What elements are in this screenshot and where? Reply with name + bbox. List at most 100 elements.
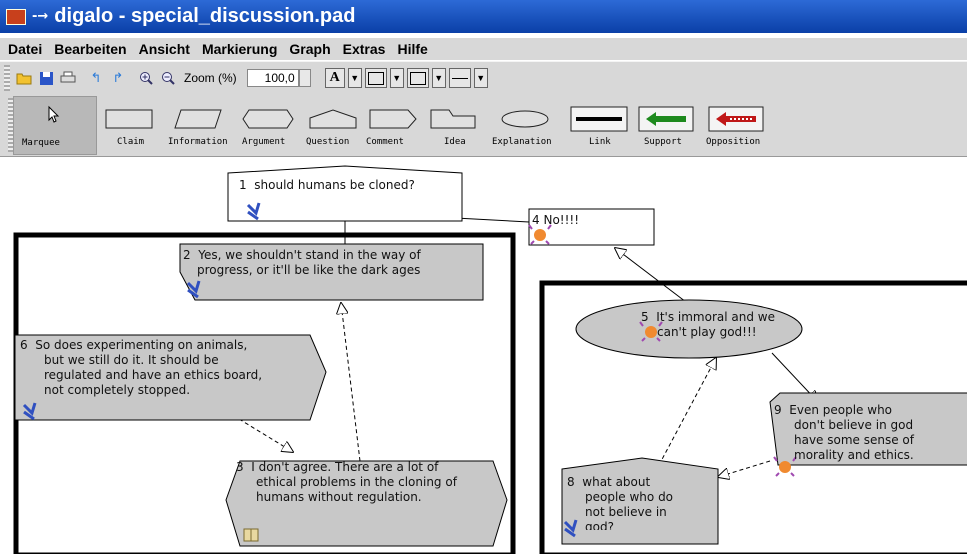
node-8-line-3: not believe in	[585, 505, 667, 519]
node-9-line-3: have some sense of	[794, 433, 914, 447]
idea-shape-icon	[430, 109, 476, 129]
node-4-text: No!!!!	[543, 213, 580, 227]
node-6-line-4: not completely stopped.	[44, 383, 191, 397]
tool-question[interactable]: Question	[306, 98, 360, 147]
link-3-2[interactable]	[341, 303, 361, 462]
argument-shape-icon	[242, 109, 294, 129]
pin-icon[interactable]: -→	[32, 9, 48, 24]
node-6[interactable]: 6 So does experimenting on animals, but …	[20, 338, 320, 398]
node-5-line-2: can't play god!!!	[657, 325, 757, 339]
zoom-label: Zoom (%)	[184, 71, 237, 85]
tool-marquee[interactable]: Marquee	[13, 96, 97, 155]
zoom-input[interactable]: 100,0	[246, 69, 299, 87]
node-4-number: 4	[532, 213, 540, 227]
menu-ansicht[interactable]: Ansicht	[139, 41, 190, 57]
zoom-out-icon[interactable]	[160, 70, 176, 86]
node-2-number: 2	[183, 248, 191, 262]
node-1[interactable]: 1 should humans be cloned?	[239, 178, 459, 193]
link-9-8[interactable]	[718, 460, 771, 477]
node-6-number: 6	[20, 338, 28, 352]
node-6-line-1: So does experimenting on animals,	[35, 338, 248, 352]
line-dropdown-icon[interactable]: ▼	[473, 68, 488, 88]
node-8[interactable]: 8 what about people who do not believe i…	[567, 475, 717, 530]
node-8-line-2: people who do	[585, 490, 674, 504]
shape-toolbar: Marquee Claim Information Argument Quest…	[0, 94, 967, 157]
open-folder-icon[interactable]	[16, 70, 32, 86]
save-icon[interactable]	[38, 70, 54, 86]
link-6-3[interactable]	[238, 418, 293, 452]
menu-extras[interactable]: Extras	[343, 41, 386, 57]
node-4[interactable]: 4 No!!!!	[532, 213, 652, 228]
window-title: digalo - special_discussion.pad	[54, 5, 356, 27]
support-arrow-icon	[638, 106, 694, 132]
tool-idea-label: Idea	[444, 137, 466, 147]
line-style-button[interactable]	[448, 68, 471, 88]
link-5-4[interactable]	[615, 248, 691, 306]
fill-style-button[interactable]	[406, 68, 429, 88]
tool-comment[interactable]: Comment	[366, 98, 420, 147]
undo-icon[interactable]: ↰	[88, 70, 104, 86]
node-1-shape[interactable]	[227, 165, 463, 222]
argument-canvas[interactable]: 1 should humans be cloned? 4 No!!!! 2 Ye…	[10, 157, 967, 554]
node-5-line-1: It's immoral and we	[656, 310, 775, 324]
link-8-5[interactable]	[658, 358, 716, 466]
border-style-button[interactable]	[364, 68, 387, 88]
comment-shape-icon	[369, 109, 417, 129]
menu-graph[interactable]: Graph	[289, 41, 330, 57]
tool-opposition[interactable]: Opposition	[706, 98, 766, 147]
node-2-line-1: Yes, we shouldn't stand in the way of	[198, 248, 421, 262]
tool-claim[interactable]: Claim	[104, 98, 154, 147]
tool-support-label: Support	[644, 137, 682, 147]
fill-dropdown-icon[interactable]: ▼	[431, 68, 446, 88]
app-icon[interactable]	[6, 8, 26, 25]
border-dropdown-icon[interactable]: ▼	[389, 68, 404, 88]
menu-datei[interactable]: Datei	[8, 41, 42, 57]
book-icon	[243, 528, 259, 542]
node-9-line-4: morality and ethics.	[794, 448, 914, 462]
font-dropdown-icon[interactable]: ▼	[347, 68, 362, 88]
tool-idea[interactable]: Idea	[428, 98, 478, 147]
tool-link[interactable]: Link	[570, 98, 628, 147]
opposition-arrow-icon	[708, 106, 764, 132]
question-shape-icon	[309, 109, 357, 129]
tool-information[interactable]: Information	[168, 98, 228, 147]
node-1-text: should humans be cloned?	[254, 178, 415, 192]
tool-argument[interactable]: Argument	[238, 98, 298, 147]
tool-claim-label: Claim	[117, 137, 145, 147]
tool-question-label: Question	[306, 137, 350, 147]
node-3-line-3: humans without regulation.	[256, 490, 422, 504]
tool-link-label: Link	[589, 137, 611, 147]
tool-opposition-label: Opposition	[706, 137, 761, 147]
node-3-number: 3	[236, 460, 244, 474]
information-shape-icon	[174, 109, 222, 129]
node-8-number: 8	[567, 475, 575, 489]
redo-icon[interactable]: ↱	[110, 70, 126, 86]
node-5[interactable]: 5 It's immoral and we can't play god!!!	[641, 310, 791, 340]
toolbar-grip[interactable]	[4, 65, 10, 91]
node-8-line-4: god?	[585, 520, 614, 530]
node-9-line-1: Even people who	[789, 403, 893, 417]
node-3[interactable]: 3 I don't agree. There are a lot of ethi…	[236, 460, 496, 505]
explanation-shape-icon	[501, 110, 549, 128]
menu-hilfe[interactable]: Hilfe	[397, 41, 427, 57]
node-2[interactable]: 2 Yes, we shouldn't stand in the way of …	[183, 248, 483, 278]
tool-explanation[interactable]: Explanation	[492, 98, 558, 147]
node-9-number: 9	[774, 403, 782, 417]
font-style-button[interactable]: A	[324, 68, 345, 88]
menu-markierung[interactable]: Markierung	[202, 41, 277, 57]
tool-argument-label: Argument	[242, 137, 286, 147]
link-icon	[570, 106, 628, 132]
node-6-line-2: but we still do it. It should be	[44, 353, 219, 367]
tool-support[interactable]: Support	[638, 98, 694, 147]
node-9[interactable]: 9 Even people who don't believe in god h…	[774, 403, 964, 463]
claim-shape-icon	[105, 109, 153, 129]
tool-marquee-label: Marquee	[22, 138, 60, 148]
menu-bearbeiten[interactable]: Bearbeiten	[54, 41, 126, 57]
node-3-line-2: ethical problems in the cloning of	[256, 475, 457, 489]
print-icon[interactable]	[60, 70, 76, 86]
node-8-line-1: what about	[582, 475, 651, 489]
zoom-spinner[interactable]	[298, 69, 311, 87]
zoom-in-icon[interactable]	[138, 70, 154, 86]
menu-bar: Datei Bearbeiten Ansicht Markierung Grap…	[0, 38, 967, 60]
node-3-line-1: I don't agree. There are a lot of	[251, 460, 439, 474]
